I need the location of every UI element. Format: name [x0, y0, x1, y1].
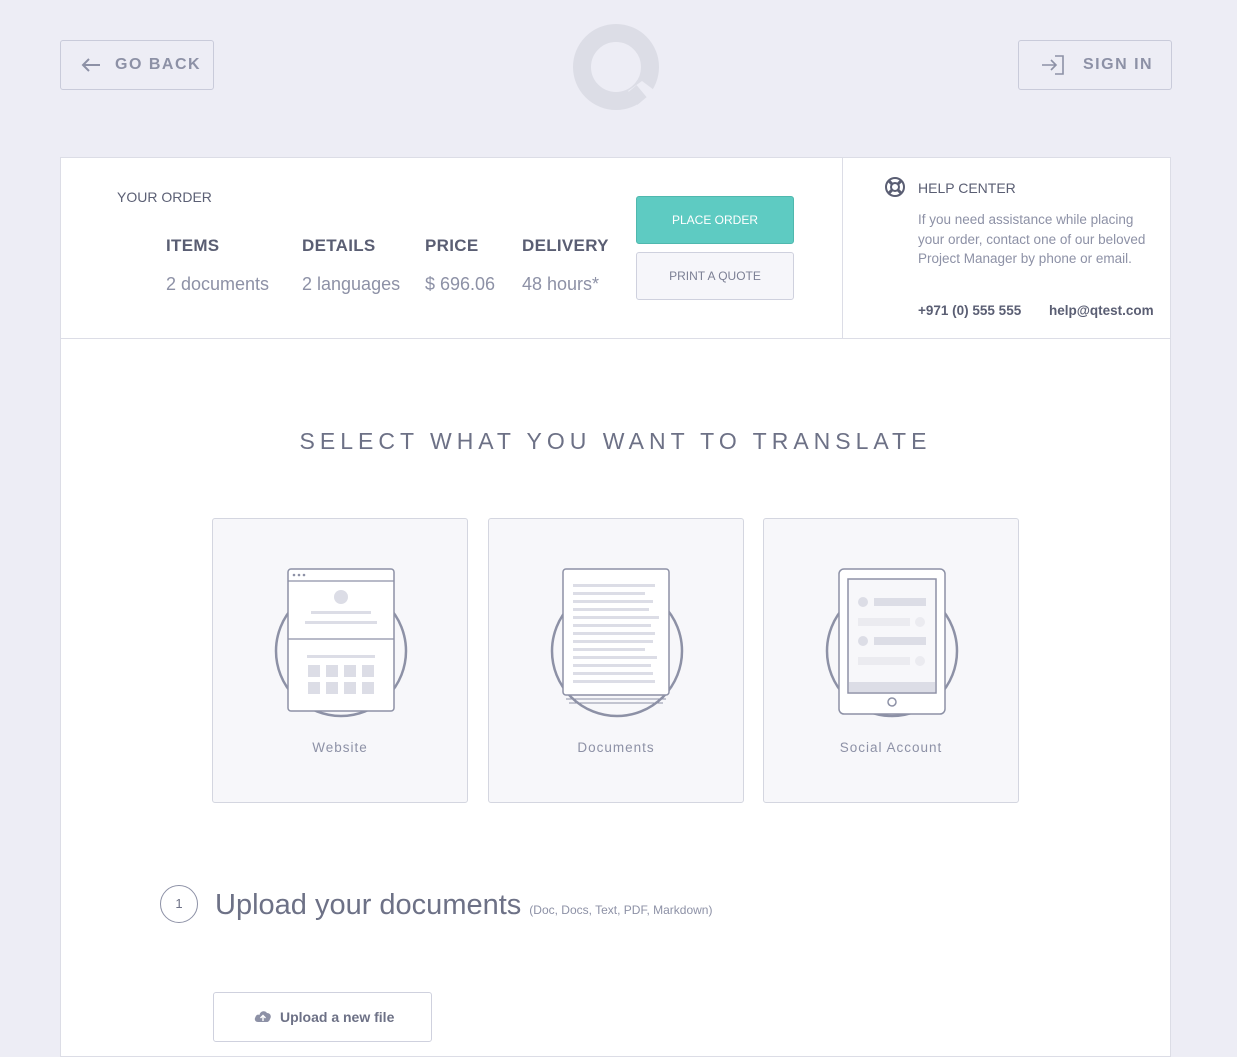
sign-in-button[interactable]: SIGN IN: [1018, 40, 1172, 90]
price-heading: PRICE: [425, 236, 479, 255]
details-column: DETAILS 2 languages: [302, 236, 400, 295]
order-summary: YOUR ORDER ITEMS 2 documents DETAILS 2 l…: [61, 158, 1170, 339]
delivery-heading: DELIVERY: [522, 236, 609, 255]
lifebuoy-icon: [885, 177, 905, 197]
price-column: PRICE $ 696.06: [425, 236, 495, 295]
choice-documents-label: Documents: [577, 740, 655, 755]
help-center-text: If you need assistance while placing you…: [918, 212, 1146, 267]
upload-formats: (Doc, Docs, Text, PDF, Markdown): [529, 903, 713, 917]
arrow-left-icon: [81, 58, 100, 72]
items-heading: ITEMS: [166, 236, 220, 255]
delivery-column: DELIVERY 48 hours*: [522, 236, 609, 295]
choice-documents[interactable]: Documents: [488, 518, 744, 803]
help-email[interactable]: help@qtest.com: [1049, 303, 1154, 318]
cloud-upload-icon: [254, 1011, 271, 1022]
place-order-button[interactable]: PLACE ORDER: [636, 196, 794, 244]
help-center: HELP CENTER If you need assistance while…: [842, 158, 1170, 338]
details-heading: DETAILS: [302, 236, 376, 255]
choice-social-account-label: Social Account: [839, 740, 943, 755]
print-quote-button[interactable]: PRINT A QUOTE: [636, 252, 794, 300]
upload-step-title: Upload your documents: [215, 889, 522, 921]
choice-social-account[interactable]: Social Account: [763, 518, 1019, 803]
upload-file-label: Upload a new file: [280, 1009, 395, 1025]
logo: [573, 24, 659, 110]
upload-step-heading: 1 Upload your documents (Doc, Docs, Text…: [160, 884, 713, 929]
your-order-title: YOUR ORDER: [117, 189, 212, 205]
step-number: 1: [160, 884, 198, 923]
price-value: $ 696.06: [425, 274, 496, 294]
items-column: ITEMS 2 documents: [166, 236, 269, 295]
website-icon: [274, 568, 408, 718]
social-account-icon: [825, 568, 959, 718]
go-back-label: GO BACK: [115, 56, 202, 73]
items-value: 2 documents: [166, 274, 270, 294]
sign-in-label: SIGN IN: [1083, 56, 1154, 73]
help-phone[interactable]: +971 (0) 555 555: [918, 303, 1021, 318]
choice-website[interactable]: Website: [212, 518, 468, 803]
delivery-value: 48 hours*: [522, 274, 600, 294]
sign-in-icon: [1042, 55, 1064, 75]
order-card: YOUR ORDER ITEMS 2 documents DETAILS 2 l…: [60, 157, 1171, 1057]
upload-file-button[interactable]: Upload a new file: [213, 992, 432, 1042]
choice-website-label: Website: [312, 740, 368, 755]
documents-icon: [550, 568, 684, 718]
help-center-title: HELP CENTER: [918, 180, 1016, 196]
select-title: SELECT WHAT YOU WANT TO TRANSLATE: [299, 428, 932, 454]
go-back-button[interactable]: GO BACK: [60, 40, 214, 90]
details-value: 2 languages: [302, 274, 401, 294]
